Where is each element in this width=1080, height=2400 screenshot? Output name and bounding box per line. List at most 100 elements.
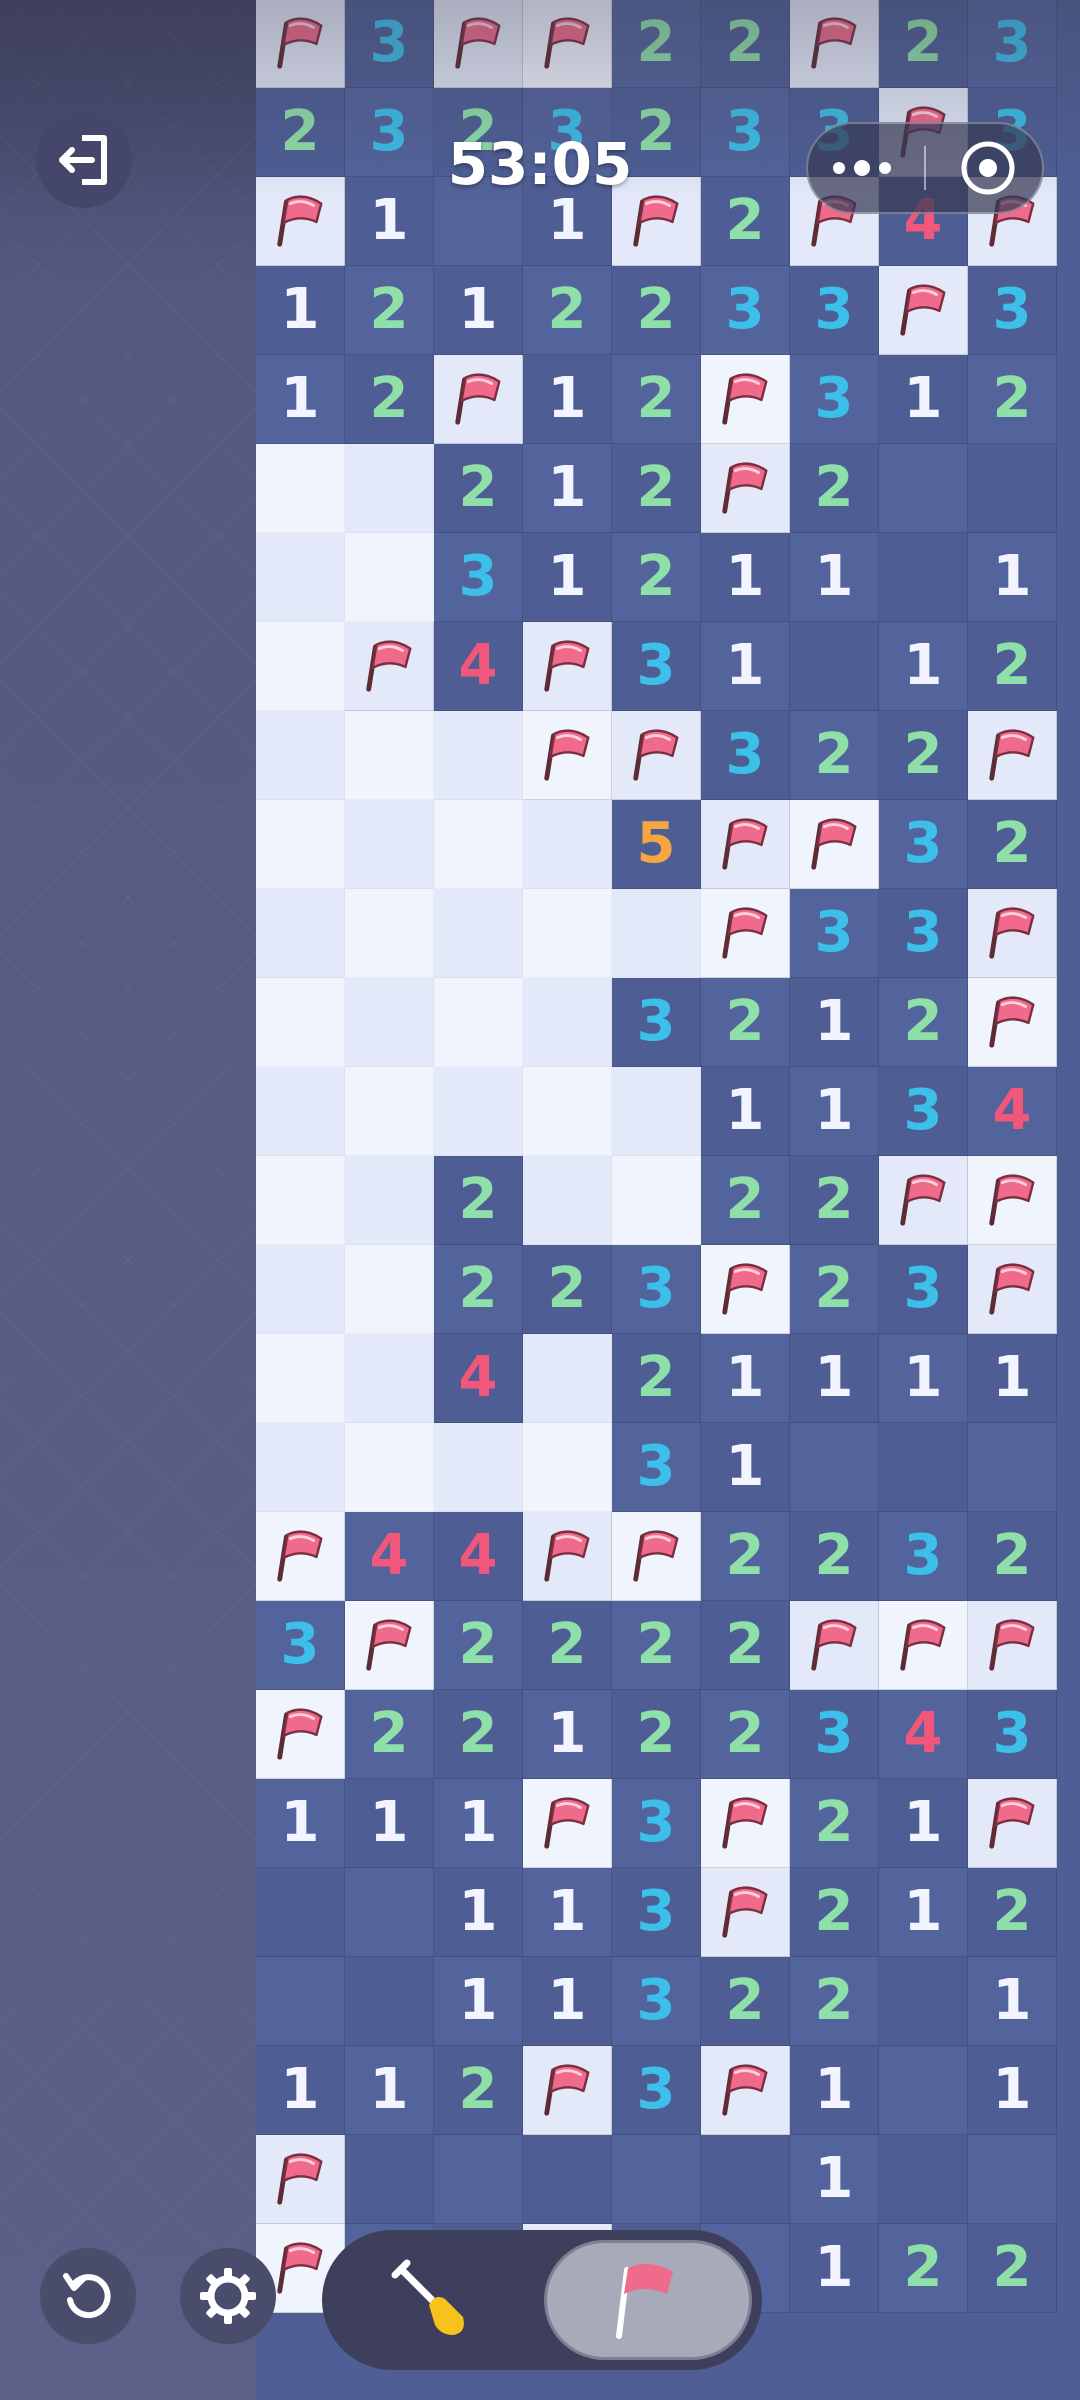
- number-cell[interactable]: 2: [434, 2046, 523, 2135]
- unrevealed-cell[interactable]: [345, 2135, 434, 2224]
- number-cell[interactable]: 3: [879, 1067, 968, 1156]
- number-cell[interactable]: 3: [701, 88, 790, 177]
- capsule-more-button[interactable]: [817, 138, 907, 198]
- unrevealed-cell[interactable]: [256, 1957, 345, 2046]
- number-cell[interactable]: 2: [790, 1779, 879, 1868]
- flagged-cell[interactable]: [968, 978, 1057, 1067]
- revealed-empty-cell[interactable]: [345, 1067, 434, 1156]
- number-cell[interactable]: 2: [612, 444, 701, 533]
- number-cell[interactable]: 3: [790, 1690, 879, 1779]
- revealed-empty-cell[interactable]: [256, 1067, 345, 1156]
- number-cell[interactable]: 1: [790, 2135, 879, 2224]
- number-cell[interactable]: 2: [701, 978, 790, 1067]
- unrevealed-cell[interactable]: [879, 2046, 968, 2135]
- restart-button[interactable]: [40, 2248, 136, 2344]
- number-cell[interactable]: 1: [879, 1779, 968, 1868]
- number-cell[interactable]: 2: [612, 1601, 701, 1690]
- flagged-cell[interactable]: [879, 266, 968, 355]
- number-cell[interactable]: 4: [434, 1334, 523, 1423]
- unrevealed-cell[interactable]: [612, 2135, 701, 2224]
- number-cell[interactable]: 1: [790, 978, 879, 1067]
- number-cell[interactable]: 2: [434, 1156, 523, 1245]
- revealed-empty-cell[interactable]: [345, 800, 434, 889]
- number-cell[interactable]: 3: [790, 889, 879, 978]
- number-cell[interactable]: 1: [523, 355, 612, 444]
- number-cell[interactable]: 2: [790, 1868, 879, 1957]
- revealed-empty-cell[interactable]: [256, 1156, 345, 1245]
- number-cell[interactable]: 2: [434, 1601, 523, 1690]
- number-cell[interactable]: 1: [879, 1334, 968, 1423]
- number-cell[interactable]: 3: [790, 266, 879, 355]
- number-cell[interactable]: 1: [345, 177, 434, 266]
- dig-mode-button[interactable]: [322, 2230, 542, 2370]
- number-cell[interactable]: 1: [701, 1423, 790, 1512]
- exit-button[interactable]: [36, 112, 132, 208]
- number-cell[interactable]: 3: [612, 978, 701, 1067]
- number-cell[interactable]: 1: [434, 1779, 523, 1868]
- number-cell[interactable]: 1: [879, 355, 968, 444]
- unrevealed-cell[interactable]: [345, 1957, 434, 2046]
- revealed-empty-cell[interactable]: [523, 800, 612, 889]
- revealed-empty-cell[interactable]: [256, 444, 345, 533]
- number-cell[interactable]: 4: [434, 622, 523, 711]
- number-cell[interactable]: 1: [256, 355, 345, 444]
- number-cell[interactable]: 2: [790, 1156, 879, 1245]
- revealed-empty-cell[interactable]: [345, 978, 434, 1067]
- flagged-cell[interactable]: [523, 0, 612, 88]
- number-cell[interactable]: 1: [523, 1957, 612, 2046]
- flagged-cell[interactable]: [968, 1245, 1057, 1334]
- revealed-empty-cell[interactable]: [434, 1067, 523, 1156]
- flagged-cell[interactable]: [968, 1779, 1057, 1868]
- unrevealed-cell[interactable]: [879, 1957, 968, 2046]
- flagged-cell[interactable]: [523, 1512, 612, 1601]
- revealed-empty-cell[interactable]: [256, 711, 345, 800]
- flagged-cell[interactable]: [345, 1601, 434, 1690]
- number-cell[interactable]: 1: [345, 1779, 434, 1868]
- number-cell[interactable]: 3: [612, 1245, 701, 1334]
- number-cell[interactable]: 3: [879, 1512, 968, 1601]
- number-cell[interactable]: 2: [968, 622, 1057, 711]
- revealed-empty-cell[interactable]: [612, 1156, 701, 1245]
- number-cell[interactable]: 3: [879, 889, 968, 978]
- number-cell[interactable]: 2: [790, 444, 879, 533]
- number-cell[interactable]: 1: [701, 1067, 790, 1156]
- flagged-cell[interactable]: [256, 177, 345, 266]
- flagged-cell[interactable]: [968, 1156, 1057, 1245]
- revealed-empty-cell[interactable]: [345, 711, 434, 800]
- revealed-empty-cell[interactable]: [256, 1423, 345, 1512]
- flagged-cell[interactable]: [701, 355, 790, 444]
- flagged-cell[interactable]: [256, 1512, 345, 1601]
- number-cell[interactable]: 2: [790, 1512, 879, 1601]
- flagged-cell[interactable]: [790, 0, 879, 88]
- number-cell[interactable]: 2: [434, 1245, 523, 1334]
- number-cell[interactable]: 2: [879, 711, 968, 800]
- flagged-cell[interactable]: [790, 800, 879, 889]
- number-cell[interactable]: 2: [879, 0, 968, 88]
- flagged-cell[interactable]: [701, 2046, 790, 2135]
- settings-button[interactable]: [180, 2248, 276, 2344]
- unrevealed-cell[interactable]: [523, 2135, 612, 2224]
- number-cell[interactable]: 2: [523, 1601, 612, 1690]
- number-cell[interactable]: 2: [879, 978, 968, 1067]
- number-cell[interactable]: 3: [701, 711, 790, 800]
- number-cell[interactable]: 3: [968, 0, 1057, 88]
- number-cell[interactable]: 1: [790, 2046, 879, 2135]
- number-cell[interactable]: 2: [345, 355, 434, 444]
- flagged-cell[interactable]: [968, 1601, 1057, 1690]
- number-cell[interactable]: 5: [612, 800, 701, 889]
- unrevealed-cell[interactable]: [968, 2135, 1057, 2224]
- number-cell[interactable]: 2: [701, 0, 790, 88]
- number-cell[interactable]: 1: [968, 1957, 1057, 2046]
- revealed-empty-cell[interactable]: [434, 800, 523, 889]
- number-cell[interactable]: 2: [256, 88, 345, 177]
- revealed-empty-cell[interactable]: [523, 1067, 612, 1156]
- revealed-empty-cell[interactable]: [523, 978, 612, 1067]
- number-cell[interactable]: 1: [879, 1868, 968, 1957]
- flagged-cell[interactable]: [523, 2046, 612, 2135]
- flagged-cell[interactable]: [701, 889, 790, 978]
- number-cell[interactable]: 1: [701, 622, 790, 711]
- number-cell[interactable]: 1: [523, 1690, 612, 1779]
- unrevealed-cell[interactable]: [256, 1868, 345, 1957]
- number-cell[interactable]: 3: [879, 800, 968, 889]
- number-cell[interactable]: 1: [434, 1868, 523, 1957]
